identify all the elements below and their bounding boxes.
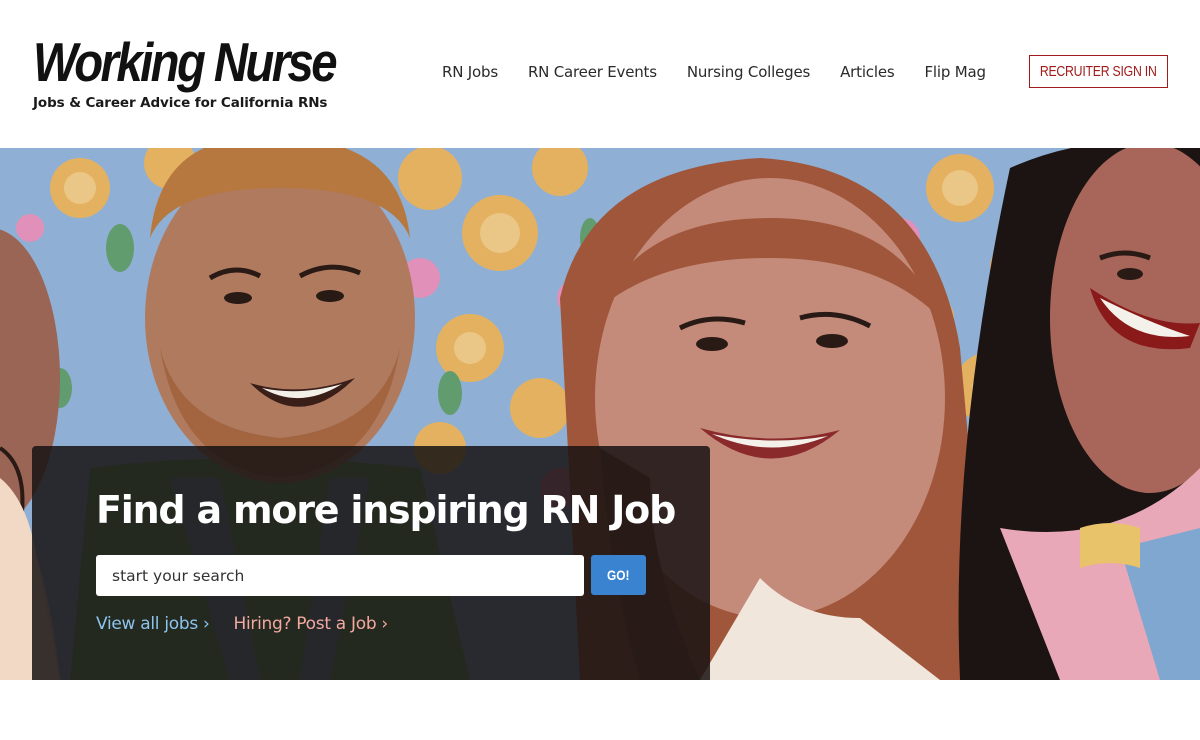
- logo-title: Working Nurse: [33, 31, 338, 93]
- nav-nursing-colleges[interactable]: Nursing Colleges: [687, 63, 810, 81]
- search-panel: Find a more inspiring RN Job GO! View al…: [32, 446, 710, 680]
- nav-rn-career-events[interactable]: RN Career Events: [528, 63, 657, 81]
- recruiter-sign-in-label: RECRUITER SIGN IN: [1040, 63, 1157, 80]
- nav-articles[interactable]: Articles: [840, 63, 895, 81]
- nav-rn-jobs[interactable]: RN Jobs: [442, 63, 498, 81]
- nav-flip-mag[interactable]: Flip Mag: [924, 63, 986, 81]
- site-header: Working Nurse Jobs & Career Advice for C…: [0, 0, 1200, 148]
- go-label: GO!: [607, 567, 630, 583]
- post-a-job-link[interactable]: Hiring? Post a Job ›: [234, 614, 389, 634]
- main-nav: RN Jobs RN Career Events Nursing College…: [442, 63, 986, 81]
- recruiter-sign-in-button[interactable]: RECRUITER SIGN IN: [1029, 55, 1168, 88]
- hero-heading: Find a more inspiring RN Job: [96, 488, 676, 532]
- hero-links: View all jobs › Hiring? Post a Job ›: [96, 614, 388, 634]
- search-go-button[interactable]: GO!: [591, 555, 646, 595]
- view-all-jobs-link[interactable]: View all jobs ›: [96, 614, 210, 634]
- job-search-input[interactable]: [96, 555, 584, 596]
- site-logo[interactable]: Working Nurse Jobs & Career Advice for C…: [33, 34, 384, 111]
- logo-tagline: Jobs & Career Advice for California RNs: [33, 95, 328, 111]
- hero-section: Find a more inspiring RN Job GO! View al…: [0, 148, 1200, 680]
